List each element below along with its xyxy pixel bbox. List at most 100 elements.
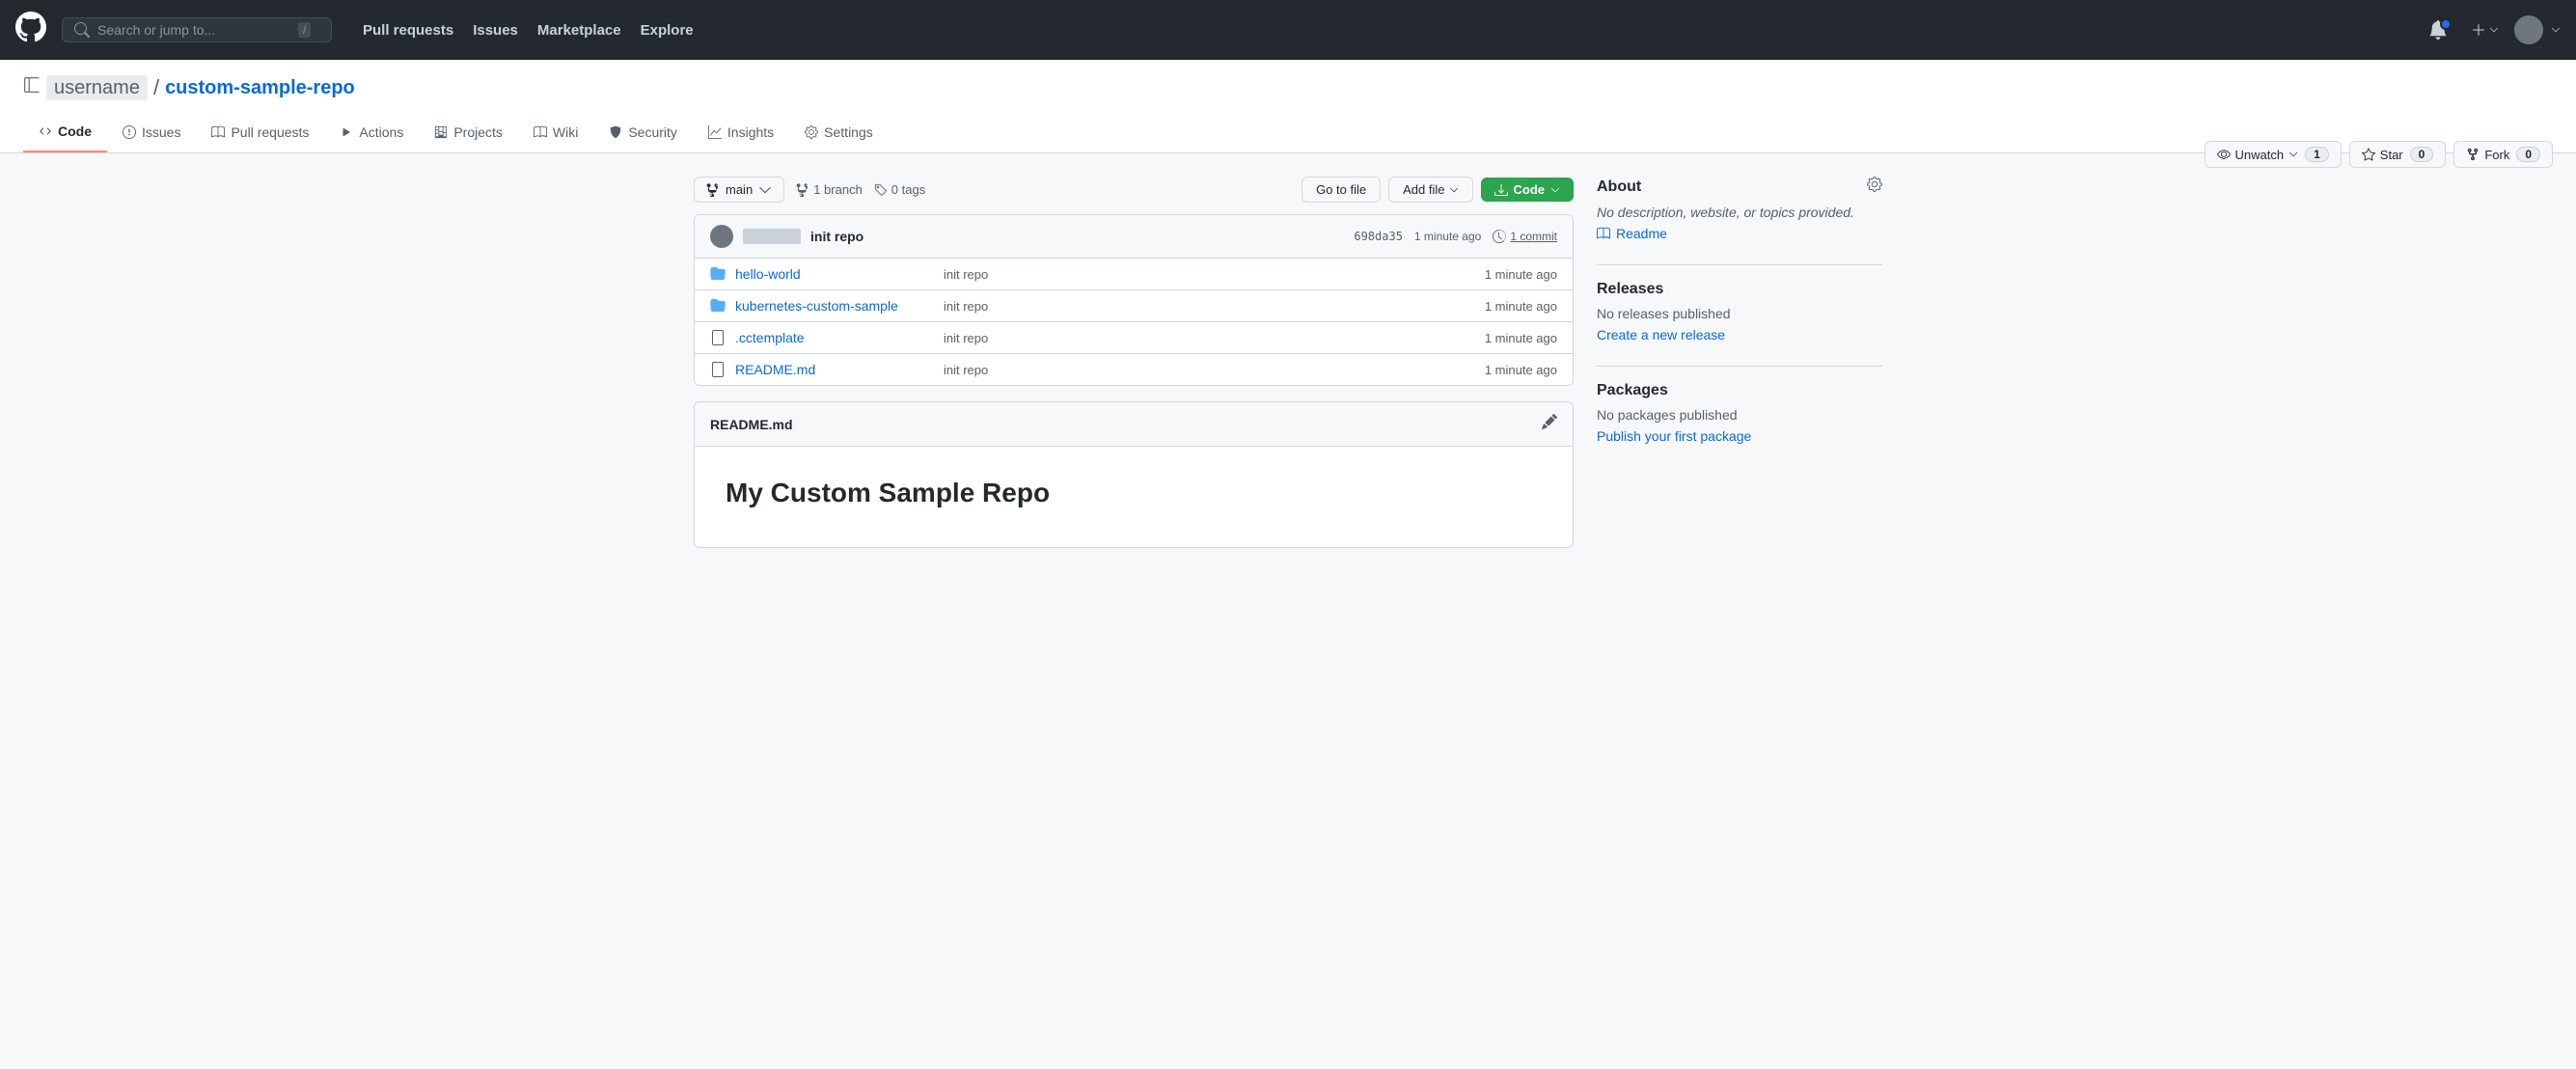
file-name-link[interactable]: hello-world xyxy=(735,266,928,282)
tab-security[interactable]: Security xyxy=(593,112,693,152)
sidebar-divider-1 xyxy=(1597,264,1882,265)
code-button[interactable]: Code xyxy=(1481,178,1575,202)
file-time: 1 minute ago xyxy=(1485,267,1557,282)
eye-icon xyxy=(2217,148,2231,161)
user-avatar[interactable] xyxy=(2514,15,2543,44)
commit-row: init repo 698da35 1 minute ago 1 commit xyxy=(695,215,1573,259)
pencil-icon xyxy=(1542,414,1557,429)
packages-section: Packages No packages published Publish y… xyxy=(1597,382,1882,444)
tab-projects[interactable]: Projects xyxy=(419,112,518,152)
file-time: 1 minute ago xyxy=(1485,363,1557,377)
nav-links: Pull requests Issues Marketplace Explore xyxy=(355,16,701,44)
chevron-down-icon xyxy=(2489,25,2499,35)
add-file-button[interactable]: Add file xyxy=(1388,177,1472,203)
branch-icon xyxy=(706,183,720,197)
branch-right: Go to file Add file Code xyxy=(1302,177,1574,203)
watch-count: 1 xyxy=(2305,147,2329,162)
about-section: About No description, website, or topics… xyxy=(1597,177,1882,241)
fork-count: 0 xyxy=(2516,147,2540,162)
code-chevron-icon xyxy=(1550,185,1560,195)
readme-box: README.md My Custom Sample Repo xyxy=(694,401,1574,548)
nav-issues[interactable]: Issues xyxy=(465,16,526,44)
releases-section: Releases No releases published Create a … xyxy=(1597,281,1882,343)
watch-button[interactable]: Unwatch 1 xyxy=(2205,141,2342,168)
table-row: README.md init repo 1 minute ago xyxy=(695,354,1573,385)
branch-bar: main 1 branch 0 tags xyxy=(694,177,1574,203)
search-input[interactable] xyxy=(97,22,290,38)
add-file-chevron-icon xyxy=(1449,185,1459,195)
file-time: 1 minute ago xyxy=(1485,331,1557,345)
branch-count-icon xyxy=(796,183,809,197)
nav-right xyxy=(2421,15,2561,44)
create-release-link[interactable]: Create a new release xyxy=(1597,327,1882,343)
about-title: About xyxy=(1597,177,1882,197)
main-content: main 1 branch 0 tags xyxy=(671,153,1905,571)
commit-time: 1 minute ago xyxy=(1414,230,1481,243)
table-row: .cctemplate init repo 1 minute ago xyxy=(695,322,1573,354)
readme-edit-button[interactable] xyxy=(1542,414,1557,434)
commit-message[interactable]: init repo xyxy=(810,229,863,244)
file-name-link[interactable]: kubernetes-custom-sample xyxy=(735,298,928,314)
search-box[interactable]: / xyxy=(62,17,332,42)
releases-title: Releases xyxy=(1597,281,1882,298)
readme-link[interactable]: Readme xyxy=(1597,226,1882,241)
notifications-button[interactable] xyxy=(2421,16,2455,43)
breadcrumb-separator: / xyxy=(153,75,159,100)
publish-package-link[interactable]: Publish your first package xyxy=(1597,428,1882,444)
fork-icon xyxy=(2466,148,2480,161)
branch-count-link[interactable]: 1 branch xyxy=(796,182,863,197)
tab-settings[interactable]: Settings xyxy=(789,112,889,152)
commit-history-link[interactable]: 1 commit xyxy=(1493,230,1557,243)
tab-code[interactable]: Code xyxy=(23,112,107,152)
tab-actions[interactable]: Actions xyxy=(324,112,419,152)
commit-hash[interactable]: 698da35 xyxy=(1354,230,1403,243)
repo-tabs: Code Issues Pull requests Actions P xyxy=(23,112,2553,152)
tab-insights[interactable]: Insights xyxy=(693,112,789,152)
branch-name: main xyxy=(726,182,753,197)
github-logo[interactable] xyxy=(15,12,46,49)
tags-count-link[interactable]: 0 tags xyxy=(874,182,925,197)
about-gear-icon[interactable] xyxy=(1867,177,1882,197)
branch-count-text: 1 branch xyxy=(813,182,863,197)
repo-name-link[interactable]: custom-sample-repo xyxy=(165,77,355,99)
repo-header: username / custom-sample-repo Unwatch 1 … xyxy=(0,60,2576,153)
tags-count-text: 0 tags xyxy=(891,182,925,197)
plus-icon xyxy=(2471,22,2486,38)
commit-author-placeholder xyxy=(743,229,801,244)
tag-icon xyxy=(874,183,888,197)
commit-avatar xyxy=(710,225,733,248)
settings-icon xyxy=(805,125,818,139)
folder-icon xyxy=(710,266,726,282)
file-name-link[interactable]: README.md xyxy=(735,362,928,377)
breadcrumb: username / custom-sample-repo xyxy=(23,75,2553,100)
star-button[interactable]: Star 0 xyxy=(2349,141,2447,168)
file-commit-msg: init repo xyxy=(928,267,1485,282)
book-icon xyxy=(1597,227,1610,240)
tab-issues[interactable]: Issues xyxy=(107,112,196,152)
fork-button[interactable]: Fork 0 xyxy=(2453,141,2553,168)
repo-owner[interactable]: username xyxy=(46,75,148,100)
pull-request-icon xyxy=(211,125,225,139)
search-kbd: / xyxy=(298,22,311,38)
sidebar-toggle[interactable] xyxy=(23,76,41,99)
create-button[interactable] xyxy=(2463,18,2507,41)
bell-icon xyxy=(2428,20,2448,40)
repo-main: main 1 branch 0 tags xyxy=(694,177,1574,548)
star-count: 0 xyxy=(2410,147,2434,162)
go-to-file-button[interactable]: Go to file xyxy=(1302,177,1381,203)
nav-pull-requests[interactable]: Pull requests xyxy=(355,16,461,44)
wiki-icon xyxy=(534,125,547,139)
releases-empty: No releases published xyxy=(1597,306,1882,321)
nav-explore[interactable]: Explore xyxy=(633,16,701,44)
file-commit-msg: init repo xyxy=(928,299,1485,314)
branch-selector[interactable]: main xyxy=(694,177,784,203)
tab-wiki[interactable]: Wiki xyxy=(518,112,593,152)
readme-heading: My Custom Sample Repo xyxy=(726,478,1542,508)
issues-icon xyxy=(123,125,136,139)
tab-pull-requests[interactable]: Pull requests xyxy=(196,112,324,152)
nav-marketplace[interactable]: Marketplace xyxy=(530,16,629,44)
file-name-link[interactable]: .cctemplate xyxy=(735,330,928,345)
repo-actions: Unwatch 1 Star 0 Fork 0 xyxy=(2205,141,2553,168)
commit-meta: 698da35 1 minute ago 1 commit xyxy=(1354,230,1557,243)
avatar-chevron-icon xyxy=(2551,25,2561,35)
